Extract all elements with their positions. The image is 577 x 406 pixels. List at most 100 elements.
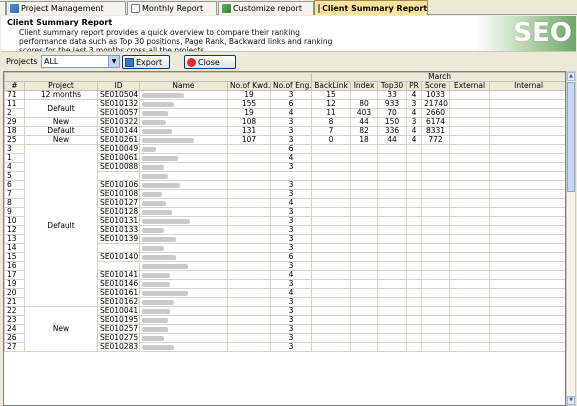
table-row[interactable]: 18 Default SE010144 131 3 7 82 336 4 8331 [4, 126, 565, 136]
pr-cell [406, 243, 423, 253]
summary-grid[interactable]: March # Project ID Name No.of Kwd. No.of Eng.… [3, 71, 566, 406]
engine-count-cell: 4 [269, 198, 313, 208]
tab-project-management[interactable]: Project Management [6, 1, 126, 15]
redacted-name [142, 335, 164, 341]
tab-customize-report[interactable]: Customize report [218, 1, 314, 15]
score-cell [421, 243, 451, 253]
engine-count-cell: 3 [269, 297, 313, 307]
row-number: 9 [4, 207, 25, 217]
pr-cell [406, 216, 423, 226]
redacted-name [142, 191, 162, 197]
tab-monthly-report[interactable]: Monthly Report [127, 1, 217, 15]
external-cell [449, 99, 491, 109]
redacted-name [142, 137, 194, 143]
score-cell [421, 162, 451, 172]
top30-cell [377, 243, 408, 253]
scroll-down-icon[interactable]: ▼ [567, 396, 575, 405]
table-row[interactable]: 22 New SE010041 3 [4, 306, 565, 352]
pr-cell [406, 306, 423, 316]
name-cell [139, 153, 228, 163]
client-summary-icon [318, 3, 320, 13]
close-button[interactable]: Close [184, 55, 236, 69]
top30-cell [377, 342, 408, 352]
backlink-cell [311, 189, 352, 199]
score-cell [421, 189, 451, 199]
tab-strip: Project Management Monthly Report Custom… [0, 0, 577, 15]
scroll-thumb[interactable] [567, 82, 575, 192]
table-row[interactable]: 3 Default SE010049 6 [4, 144, 565, 307]
column-header[interactable]: Top30 [377, 81, 408, 91]
engine-count-cell: 3 [269, 243, 313, 253]
table-row[interactable]: 71 12 months SE010504 19 3 15 33 4 1033 [4, 90, 565, 100]
column-header[interactable]: Name [139, 81, 228, 91]
table-row[interactable]: 29 New SE010322 108 3 8 44 150 3 6174 [4, 117, 565, 127]
column-header[interactable]: Index [350, 81, 379, 91]
engine-count-cell: 3 [269, 216, 313, 226]
engine-count-cell: 3 [269, 225, 313, 235]
pr-cell: 4 [406, 90, 423, 100]
backlink-cell [311, 306, 352, 316]
pr-cell [406, 270, 423, 280]
column-header[interactable]: No.of Kwd. [227, 81, 271, 91]
score-cell [421, 198, 451, 208]
row-number: 23 [4, 315, 25, 325]
redacted-name [142, 92, 184, 98]
top30-cell [377, 225, 408, 235]
pr-cell [406, 198, 423, 208]
top30-cell [377, 261, 408, 271]
score-cell [421, 225, 451, 235]
internal-cell [489, 243, 565, 253]
name-cell [139, 144, 228, 154]
backlink-cell [311, 171, 352, 181]
score-cell: 2660 [421, 108, 451, 118]
internal-cell [489, 270, 565, 280]
chevron-down-icon[interactable]: ▼ [108, 56, 119, 67]
seo-logo: SEO [513, 18, 572, 48]
external-cell [449, 162, 491, 172]
column-header[interactable]: Internal [489, 81, 565, 91]
internal-cell [489, 117, 565, 127]
score-cell [421, 297, 451, 307]
name-cell [139, 171, 228, 181]
score-cell [421, 288, 451, 298]
column-header[interactable]: PR [406, 81, 423, 91]
keyword-count-cell [227, 342, 271, 352]
redacted-name [142, 281, 170, 287]
column-header[interactable]: External [449, 81, 491, 91]
engine-count-cell: 3 [269, 135, 313, 145]
redacted-name [142, 155, 178, 161]
scroll-up-icon[interactable]: ▲ [567, 72, 575, 81]
index-cell [350, 198, 379, 208]
score-cell [421, 270, 451, 280]
column-header[interactable]: Project [24, 81, 98, 91]
backlink-cell [311, 270, 352, 280]
id-cell: SE010504 [97, 90, 140, 100]
vertical-scrollbar[interactable]: ▲ ▼ [566, 71, 576, 406]
column-header[interactable]: Score [421, 81, 451, 91]
external-cell [449, 288, 491, 298]
row-number: 6 [4, 180, 25, 190]
tab-client-summary-report[interactable]: Client Summary Report [314, 0, 428, 15]
column-header[interactable]: # [4, 81, 25, 91]
index-cell [350, 342, 379, 352]
external-cell [449, 333, 491, 343]
score-cell: 772 [421, 135, 451, 145]
id-cell: SE010108 [97, 189, 140, 199]
name-cell [139, 306, 228, 316]
backlink-cell [311, 279, 352, 289]
projects-select[interactable]: ALL ▼ [41, 55, 120, 68]
backlink-cell [311, 198, 352, 208]
tab-label: Client Summary Report [322, 3, 428, 13]
table-row[interactable]: 25 New SE010261 107 3 0 18 44 4 772 [4, 135, 565, 145]
id-cell: SE010140 [97, 252, 140, 262]
column-header[interactable]: BackLink [311, 81, 352, 91]
top30-cell [377, 189, 408, 199]
export-button[interactable]: Export [122, 55, 170, 69]
redacted-name [142, 209, 172, 215]
column-header[interactable]: No.of Eng. [269, 81, 313, 91]
column-header[interactable]: ID [97, 81, 140, 91]
table-row[interactable]: 11 Default SE010132 155 6 12 80 933 3 21740 [4, 99, 565, 118]
external-cell [449, 243, 491, 253]
engine-count-cell: 3 [269, 207, 313, 217]
top30-cell: 336 [377, 126, 408, 136]
